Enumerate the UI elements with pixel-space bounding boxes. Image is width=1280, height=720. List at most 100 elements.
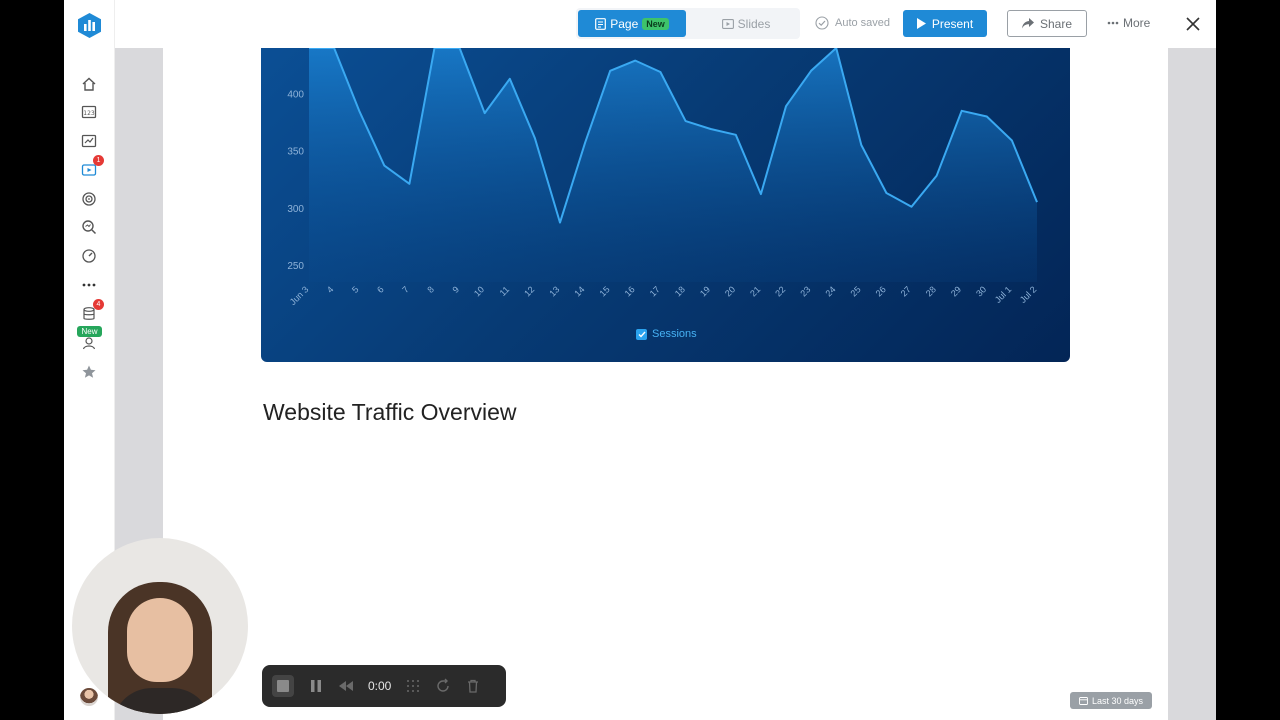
data-point-23[interactable]	[884, 191, 888, 195]
date-range-label: Last 30 days	[1091, 695, 1144, 706]
data-point-25[interactable]	[935, 174, 939, 178]
x-tick-label: 9	[450, 284, 461, 295]
page-mode-label: Page	[610, 16, 639, 31]
webcam-presenter-face	[127, 598, 193, 682]
x-tick-label: 22	[773, 284, 787, 298]
canvas-gutter-right	[1168, 48, 1216, 720]
data-point-15[interactable]	[684, 119, 688, 123]
reports-icon[interactable]: 1	[80, 155, 104, 179]
section-title[interactable]: Website Traffic Overview	[263, 399, 517, 426]
x-tick-label: 25	[849, 284, 863, 298]
data-point-2[interactable]	[357, 109, 361, 113]
data-point-29[interactable]	[1035, 200, 1039, 204]
data-point-8[interactable]	[508, 77, 512, 81]
recording-time: 0:00	[368, 679, 392, 693]
present-button[interactable]: Present	[903, 10, 987, 37]
data-point-18[interactable]	[759, 192, 763, 196]
share-label: Share	[1039, 16, 1073, 31]
data-point-3[interactable]	[382, 164, 386, 168]
x-tick-label: 12	[522, 284, 536, 298]
close-icon[interactable]	[1184, 15, 1202, 33]
legend-label-sessions: Sessions	[652, 328, 697, 340]
app-logo-icon[interactable]	[78, 13, 101, 38]
user-avatar[interactable]	[80, 688, 98, 706]
play-icon	[916, 18, 926, 29]
data-point-11[interactable]	[583, 141, 587, 145]
sessions-chart: 250 300 350 400 Jun 3 4 5 6 7 8 9 10 11 12 13 14 15 16 17…	[287, 48, 1039, 307]
data-point-9[interactable]	[533, 136, 537, 140]
x-tick-label: 13	[547, 284, 561, 298]
x-tick-label: 24	[823, 284, 837, 298]
page-icon	[595, 17, 607, 30]
rewind-icon[interactable]	[338, 678, 354, 694]
top-toolbar: Page New Slides Auto saved Present Share…	[115, 0, 1216, 48]
y-tick-label: 250	[287, 261, 304, 272]
y-tick-label: 300	[287, 204, 304, 215]
data-point-28[interactable]	[1010, 138, 1014, 142]
checkmark-icon	[638, 331, 646, 338]
more-options-icon[interactable]	[80, 276, 98, 294]
data-point-26[interactable]	[960, 109, 964, 113]
metrics-icon[interactable]: 123	[80, 103, 98, 121]
recording-controls: 0:00	[262, 665, 506, 707]
explore-icon[interactable]	[80, 218, 98, 236]
y-tick-label: 400	[287, 90, 304, 101]
goals-icon[interactable]	[80, 190, 98, 208]
data-point-20[interactable]	[809, 69, 813, 73]
data-sources-icon[interactable]: 4	[80, 299, 104, 323]
webcam-bubble[interactable]	[72, 538, 248, 714]
check-circle-icon	[815, 16, 829, 30]
favorites-star-icon[interactable]	[80, 363, 98, 381]
slides-mode-button[interactable]: Slides	[696, 10, 796, 37]
trash-icon[interactable]	[465, 678, 481, 694]
data-point-7[interactable]	[483, 111, 487, 115]
page-new-badge: New	[642, 17, 669, 30]
data-point-19[interactable]	[784, 104, 788, 108]
data-point-13[interactable]	[633, 59, 637, 63]
present-label: Present	[931, 16, 974, 31]
page-mode-button[interactable]: Page New	[578, 10, 686, 37]
x-tick-label: Jul 1	[993, 284, 1014, 305]
data-point-24[interactable]	[909, 205, 913, 209]
ellipsis-icon	[1107, 21, 1119, 25]
home-icon[interactable]	[80, 75, 98, 93]
restart-icon[interactable]	[435, 678, 451, 694]
grid-dots-icon[interactable]	[405, 678, 421, 694]
x-tick-label: 16	[623, 284, 637, 298]
pause-icon[interactable]	[308, 678, 324, 694]
data-point-10[interactable]	[558, 221, 562, 225]
data-point-27[interactable]	[985, 114, 989, 118]
benchmarks-icon[interactable]	[80, 247, 98, 265]
chart-legend[interactable]: Sessions	[636, 328, 697, 340]
x-tick-label: 10	[472, 284, 486, 298]
more-label: More	[1123, 16, 1151, 30]
stop-recording-button[interactable]	[272, 675, 294, 697]
share-arrow-icon	[1021, 18, 1034, 29]
x-tick-label: 4	[325, 284, 336, 295]
x-tick-label: 17	[648, 284, 662, 298]
date-range-badge[interactable]: Last 30 days	[1070, 692, 1152, 709]
share-button[interactable]: Share	[1007, 10, 1087, 37]
x-tick-label: 23	[798, 284, 812, 298]
y-tick-label: 350	[287, 147, 304, 158]
new-feature-tag: New	[77, 326, 102, 337]
x-tick-label: 6	[375, 284, 386, 295]
x-tick-label: 14	[572, 284, 586, 298]
data-point-4[interactable]	[407, 182, 411, 186]
data-point-17[interactable]	[734, 133, 738, 137]
dashboards-icon[interactable]	[80, 132, 98, 150]
svg-text:123: 123	[83, 110, 95, 117]
x-tick-label: 19	[698, 284, 712, 298]
data-point-16[interactable]	[709, 127, 713, 131]
more-menu-button[interactable]: More	[1107, 16, 1150, 30]
legend-checkbox[interactable]	[636, 328, 647, 340]
data-point-14[interactable]	[658, 70, 662, 74]
data-point-12[interactable]	[608, 69, 612, 73]
calendar-icon	[1079, 697, 1088, 705]
data-point-22[interactable]	[859, 143, 863, 147]
x-tick-label: 26	[874, 284, 888, 298]
slides-mode-label: Slides	[737, 16, 771, 31]
x-tick-label: 28	[924, 284, 938, 298]
x-tick-label: 30	[974, 284, 988, 298]
x-tick-label: 20	[723, 284, 737, 298]
